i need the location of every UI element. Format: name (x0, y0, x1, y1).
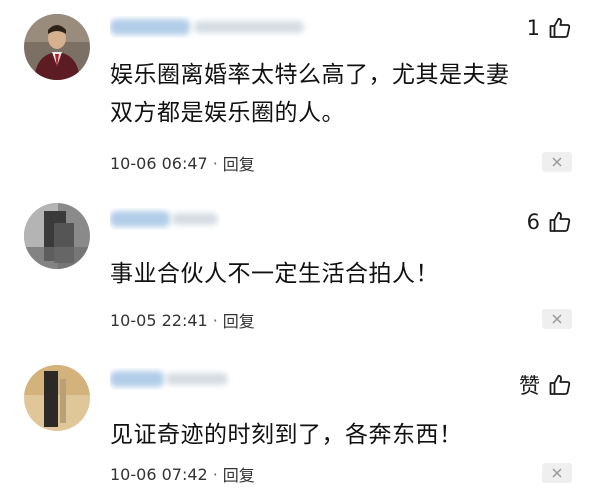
timestamp: 10-05 22:41 (110, 310, 208, 330)
comment-text: 娱乐圈离婚率太特么高了，尤其是夫妻 双方都是娱乐圈的人。 (110, 56, 510, 132)
close-icon (552, 468, 562, 478)
comment-text: 事业合伙人不一定生活合拍人！ (110, 255, 439, 293)
like-label: 赞 (519, 374, 540, 398)
thumbs-up-icon (549, 211, 571, 232)
meta-separator: · (212, 153, 218, 173)
like-button[interactable]: 6 (527, 210, 572, 234)
like-count: 6 (526, 210, 540, 234)
avatar-image (24, 14, 90, 80)
dismiss-button[interactable] (542, 309, 572, 329)
reply-button[interactable]: 回复 (223, 308, 255, 332)
comment-text: 见证奇迹的时刻到了，各奔东西！ (110, 416, 463, 454)
like-button[interactable]: 1 (527, 16, 572, 40)
comment-text-line: 见证奇迹的时刻到了，各奔东西！ (110, 422, 463, 448)
meta-separator: · (212, 464, 218, 484)
timestamp: 10-06 07:42 (110, 464, 208, 484)
username-redacted[interactable] (110, 208, 220, 230)
username-redacted[interactable] (110, 16, 310, 38)
close-icon (552, 157, 562, 167)
avatar[interactable] (24, 14, 90, 80)
comment-text-line: 事业合伙人不一定生活合拍人！ (110, 261, 439, 287)
avatar[interactable] (24, 365, 90, 431)
comment-meta: 10-05 22:41 · 回复 (110, 308, 255, 332)
comment-meta: 10-06 06:47 · 回复 (110, 151, 255, 175)
comment-meta: 10-06 07:42 · 回复 (110, 462, 255, 486)
thumbs-up-icon (549, 374, 571, 395)
comment-text-line: 娱乐圈离婚率太特么高了，尤其是夫妻 (110, 62, 510, 88)
like-button[interactable]: 赞 (519, 370, 572, 400)
meta-separator: · (212, 310, 218, 330)
like-count: 1 (526, 16, 540, 40)
reply-button[interactable]: 回复 (223, 462, 255, 486)
avatar-image (24, 365, 90, 431)
avatar[interactable] (24, 203, 90, 269)
username-redacted[interactable] (110, 368, 230, 390)
dismiss-button[interactable] (542, 152, 572, 172)
timestamp: 10-06 06:47 (110, 153, 208, 173)
reply-button[interactable]: 回复 (223, 151, 255, 175)
thumbs-up-icon (549, 17, 571, 38)
comment-feed: 1 娱乐圈离婚率太特么高了，尤其是夫妻 双方都是娱乐圈的人。 10-06 06:… (0, 0, 600, 490)
avatar-image (24, 203, 90, 269)
dismiss-button[interactable] (542, 463, 572, 483)
comment-text-line: 双方都是娱乐圈的人。 (110, 100, 345, 126)
close-icon (552, 314, 562, 324)
